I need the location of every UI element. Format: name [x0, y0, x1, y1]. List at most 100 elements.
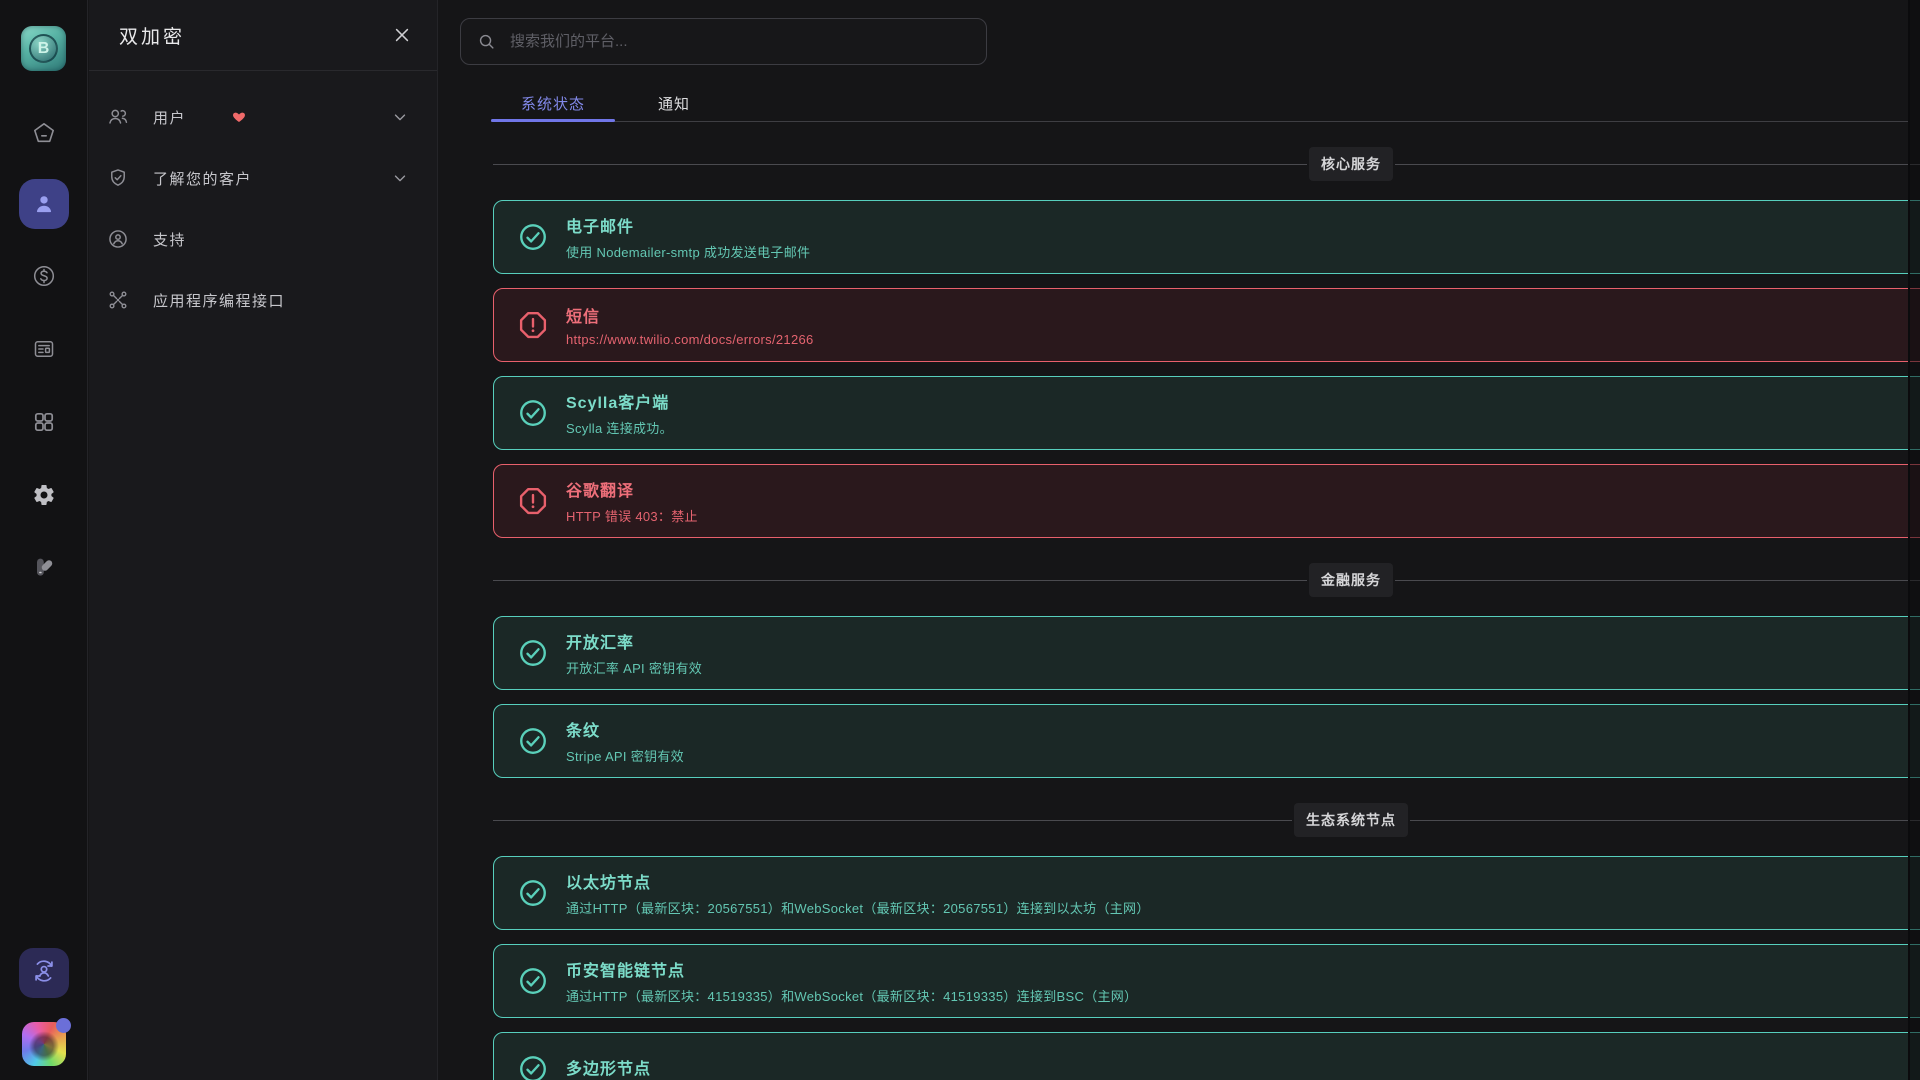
check-circle-icon [518, 1054, 548, 1080]
check-circle-icon [518, 726, 548, 756]
status-card-text: 多边形节点 [566, 1055, 651, 1080]
status-card-text: 电子邮件使用 Nodemailer-smtp 成功发送电子邮件 [566, 213, 810, 261]
page-title: 双加密 [119, 26, 186, 48]
check-circle-icon [518, 878, 548, 908]
section-title: 核心服务 [1309, 147, 1393, 181]
search-box[interactable] [460, 18, 987, 65]
sidebar-item-users[interactable]: 用户 [89, 92, 437, 142]
design-swatch-icon [32, 555, 56, 579]
rail-switch-account[interactable] [18, 948, 69, 998]
divider-line [493, 163, 1307, 165]
sidebar: 双加密 用户了解您的客户 支持应用程序编程接口 [89, 0, 438, 1080]
sidebar-header: 双加密 [89, 0, 437, 71]
gear-icon [32, 483, 56, 507]
alert-octagon-icon [518, 310, 548, 340]
status-card-detail: 开放汇率 API 密钥有效 [566, 661, 703, 676]
alert-octagon-icon [518, 486, 548, 516]
screen: B 双加密 用户了解您的客户支持应用程序编程接口 系统状态 通知 核心服务电子邮… [0, 0, 1920, 1080]
status-card-title: 电子邮件 [566, 219, 635, 236]
rail-apps[interactable] [32, 410, 56, 434]
sidebar-menu: 用户了解您的客户 支持应用程序编程接口 [89, 71, 437, 325]
status-card-title: Scylla客户端 [566, 395, 670, 412]
check-circle-icon [518, 966, 548, 996]
status-card: 谷歌翻译 HTTP 错误 403：禁止 [493, 464, 1920, 538]
status-card-detail: Stripe API 密钥有效 [566, 749, 684, 764]
divider-line [1395, 163, 1920, 165]
status-card-text: 币安智能链节点通过HTTP（最新区块：41519335）和WebSocket（最… [566, 957, 1137, 1005]
status-card-title: 多边形节点 [566, 1060, 652, 1078]
section-divider: 金融服务 [493, 563, 1920, 597]
heart-badge-icon [232, 110, 246, 124]
status-card: 电子邮件使用 Nodemailer-smtp 成功发送电子邮件 [493, 200, 1920, 274]
user-avatar[interactable] [21, 1018, 71, 1066]
status-card-text: 条纹 Stripe API 密钥有效 [566, 717, 684, 765]
check-circle-icon [518, 222, 548, 252]
status-card: 以太坊节点通过HTTP（最新区块：20567551）和WebSocket（最新区… [493, 856, 1920, 930]
divider-line [1410, 819, 1920, 821]
sidebar-item-support[interactable]: 支持 [89, 214, 437, 264]
check-circle-icon [518, 638, 548, 668]
status-card-detail: Scylla 连接成功。 [566, 421, 673, 436]
status-card-text: 开放汇率开放汇率 API 密钥有效 [566, 629, 702, 677]
status-card-detail: 使用 Nodemailer-smtp 成功发送电子邮件 [566, 245, 811, 260]
status-card-title: 开放汇率 [566, 635, 635, 652]
newspaper-icon [32, 337, 56, 361]
scrollbar[interactable] [1908, 0, 1920, 1080]
rail-theme[interactable] [32, 555, 56, 579]
status-card-detail: HTTP 错误 403：禁止 [566, 509, 698, 524]
divider-line [493, 819, 1292, 821]
tab-notifications[interactable]: 通知 [615, 85, 733, 121]
rail-home[interactable] [32, 121, 56, 145]
grid-icon [32, 410, 56, 434]
rail-bottom [0, 948, 87, 1066]
section-divider: 核心服务 [493, 147, 1920, 181]
status-card-title: 以太坊节点 [566, 875, 652, 892]
status-card-title: 短信 [566, 309, 601, 326]
status-card-text: 以太坊节点通过HTTP（最新区块：20567551）和WebSocket（最新区… [566, 869, 1150, 917]
shield-check-icon [107, 167, 129, 189]
status-card-text: 谷歌翻译 HTTP 错误 403：禁止 [566, 477, 698, 525]
rail-billing[interactable] [32, 264, 56, 288]
chevron-down-icon[interactable] [391, 169, 409, 187]
sidebar-item-label: 应用程序编程接口 [153, 292, 286, 310]
sidebar-item-label: 支持 [153, 231, 187, 249]
search-input[interactable] [508, 32, 970, 51]
sidebar-item-label: 用户 [153, 109, 187, 127]
section-title: 生态系统节点 [1294, 803, 1408, 837]
app-logo-icon: B [21, 26, 66, 71]
close-icon[interactable] [391, 24, 413, 46]
sidebar-item-label: 了解您的客户 [153, 170, 253, 188]
divider-line [493, 579, 1307, 581]
status-card: Scylla客户端 Scylla 连接成功。 [493, 376, 1920, 450]
main: 系统状态 通知 核心服务电子邮件使用 Nodemailer-smtp 成功发送电… [438, 0, 1920, 1080]
status-card-text: 短信 https://www.twilio.com/docs/errors/212… [566, 303, 814, 347]
api-hub-icon [107, 289, 129, 311]
status-content: 核心服务电子邮件使用 Nodemailer-smtp 成功发送电子邮件短信 htt… [493, 122, 1920, 1080]
rail-settings[interactable] [32, 483, 56, 507]
status-card: 币安智能链节点通过HTTP（最新区块：41519335）和WebSocket（最… [493, 944, 1920, 1018]
chevron-down-icon[interactable] [391, 108, 409, 126]
tab-system-status[interactable]: 系统状态 [491, 85, 616, 122]
status-card-detail: 通过HTTP（最新区块：41519335）和WebSocket（最新区块：415… [566, 989, 1138, 1004]
switch-user-icon [31, 958, 57, 989]
dollar-circle-icon [32, 264, 56, 288]
home-pentagon-icon [32, 121, 56, 145]
life-ring-icon [107, 228, 129, 250]
rail-users[interactable] [18, 179, 69, 229]
status-card-detail: 通过HTTP（最新区块：20567551）和WebSocket（最新区块：205… [566, 901, 1150, 916]
sidebar-item-api[interactable]: 应用程序编程接口 [89, 275, 437, 325]
status-card-title: 币安智能链节点 [566, 963, 686, 980]
app-logo[interactable]: B [21, 26, 66, 71]
search-icon [477, 32, 496, 51]
rail-news[interactable] [32, 337, 56, 361]
rail-top: B [0, 0, 87, 579]
status-card: 多边形节点 [493, 1032, 1920, 1080]
status-card: 条纹 Stripe API 密钥有效 [493, 704, 1920, 778]
sidebar-item-kyc[interactable]: 了解您的客户 [89, 153, 437, 203]
status-card-title: 条纹 [566, 723, 601, 740]
tabs: 系统状态 通知 [491, 85, 1908, 122]
bitcoin-coin-icon: B [29, 34, 58, 63]
divider-line [1395, 579, 1920, 581]
section-divider: 生态系统节点 [493, 803, 1920, 837]
users-icon [107, 106, 129, 128]
